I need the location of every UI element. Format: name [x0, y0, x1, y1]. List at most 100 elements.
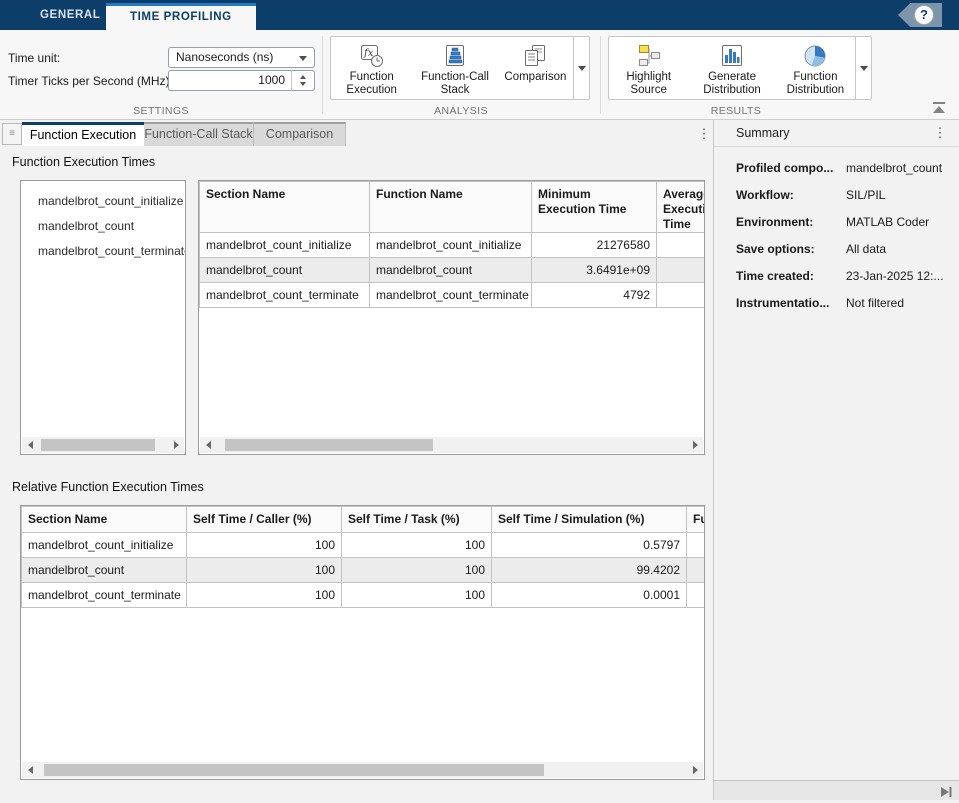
scrollbar-thumb[interactable]	[225, 439, 432, 451]
function-call-stack-button-label: Function-Call Stack	[412, 71, 497, 97]
scroll-left-button[interactable]	[22, 762, 38, 778]
scrollbar-thumb[interactable]	[44, 764, 544, 776]
help-button[interactable]: ?	[898, 3, 942, 27]
ribbon-separator	[322, 36, 323, 114]
analysis-gallery-dropdown[interactable]	[573, 37, 589, 99]
time-unit-value: Nanoseconds (ns)	[176, 50, 273, 64]
table-row[interactable]: mandelbrot_count mandelbrot_count 3.6491…	[200, 258, 706, 283]
scroll-left-icon	[206, 441, 211, 449]
scrollbar-track[interactable]	[38, 437, 168, 453]
column-header-self-time-simulation[interactable]: Self Time / Simulation (%)	[492, 507, 687, 533]
generate-distribution-icon	[718, 41, 746, 71]
chevron-down-icon	[860, 66, 868, 71]
toolstrip-tab-bar: GENERAL TIME PROFILING ?	[0, 0, 959, 30]
summary-field-profiled-component: Profiled compo... mandelbrot_count	[736, 161, 948, 188]
collapse-panel-button[interactable]	[940, 785, 952, 797]
list-item[interactable]: mandelbrot_count	[21, 214, 185, 239]
timer-ticks-stepper[interactable]	[291, 70, 315, 91]
execution-times-table-box: Section Name Function Name Minimum Execu…	[198, 180, 705, 455]
scroll-left-icon	[28, 766, 33, 774]
svg-text:fx: fx	[363, 48, 374, 59]
time-unit-dropdown[interactable]: Nanoseconds (ns)	[168, 47, 315, 68]
column-header-section-name[interactable]: Section Name	[22, 507, 187, 533]
scroll-left-button[interactable]	[200, 437, 216, 453]
function-distribution-button-label: Function Distribution	[776, 71, 855, 97]
table-row[interactable]: mandelbrot_count_terminate 100 100 0.000…	[22, 583, 706, 608]
table-row[interactable]: mandelbrot_count_initialize 100 100 0.57…	[22, 533, 706, 558]
chevron-down-icon	[578, 66, 586, 71]
function-list-hscrollbar[interactable]	[22, 437, 184, 453]
scrollbar-thumb[interactable]	[41, 439, 155, 451]
comparison-button[interactable]: Comparison	[498, 37, 573, 99]
time-unit-label: Time unit:	[8, 51, 60, 65]
doc-tab-comparison[interactable]: Comparison	[254, 122, 346, 146]
ribbon-separator	[600, 36, 601, 114]
execution-times-hscrollbar[interactable]	[200, 437, 703, 453]
ellipsis-icon: ⋮	[934, 125, 947, 140]
collapse-ribbon-button[interactable]	[932, 102, 946, 114]
doc-tab-function-call-stack[interactable]: Function-Call Stack	[144, 122, 254, 146]
highlight-source-button-label: Highlight Source	[609, 71, 688, 97]
generate-distribution-button-label: Generate Distribution	[688, 71, 775, 97]
relative-times-hscrollbar[interactable]	[22, 762, 703, 778]
highlight-source-icon	[635, 41, 663, 71]
column-header-min-execution-time[interactable]: Minimum Execution Time	[532, 182, 657, 233]
scroll-right-button[interactable]	[168, 437, 184, 453]
help-icon: ?	[914, 5, 934, 25]
table-row[interactable]: mandelbrot_count 100 100 99.4202	[22, 558, 706, 583]
spin-down-icon[interactable]	[300, 82, 306, 86]
scroll-left-button[interactable]	[22, 437, 38, 453]
document-bar-menu-button[interactable]: ≡	[2, 123, 22, 145]
list-item[interactable]: mandelbrot_count_terminate	[21, 239, 185, 264]
function-list-box: mandelbrot_count_initialize mandelbrot_c…	[20, 180, 186, 455]
column-header-self-time-caller[interactable]: Self Time / Caller (%)	[187, 507, 342, 533]
execution-times-table: Section Name Function Name Minimum Execu…	[199, 181, 705, 308]
summary-actions-button[interactable]: ⋮	[933, 125, 947, 141]
relative-times-table: Section Name Self Time / Caller (%) Self…	[21, 506, 705, 608]
timer-ticks-label: Timer Ticks per Second (MHz):	[8, 74, 173, 88]
scroll-right-button[interactable]	[687, 437, 703, 453]
function-call-stack-button[interactable]: Function-Call Stack	[412, 37, 497, 99]
table-row[interactable]: mandelbrot_count_initialize mandelbrot_c…	[200, 233, 706, 258]
scroll-left-icon	[28, 441, 33, 449]
scroll-right-icon	[693, 766, 698, 774]
analysis-button-group: fx Function Execution Function-Call Stac…	[330, 36, 590, 100]
tab-time-profiling[interactable]: TIME PROFILING	[106, 3, 256, 30]
timer-ticks-input[interactable]: 1000	[168, 70, 292, 91]
results-gallery-dropdown[interactable]	[855, 37, 871, 99]
results-section-label: RESULTS	[600, 105, 872, 117]
comparison-button-label: Comparison	[504, 71, 566, 84]
column-header-function-name[interactable]: Function Name	[687, 507, 706, 533]
results-button-group: Highlight Source Generate Distribution	[608, 36, 872, 100]
function-execution-times-heading: Function Execution Times	[12, 155, 155, 169]
table-row[interactable]: mandelbrot_count_terminate mandelbrot_co…	[200, 283, 706, 308]
collapse-ribbon-icon	[933, 102, 945, 104]
scrollbar-track[interactable]	[216, 437, 687, 453]
summary-field-save-options: Save options: All data	[736, 242, 948, 269]
spin-up-icon[interactable]	[300, 75, 306, 79]
function-distribution-icon	[801, 41, 829, 71]
highlight-source-button[interactable]: Highlight Source	[609, 37, 688, 99]
summary-field-environment: Environment: MATLAB Coder	[736, 215, 948, 242]
column-header-self-time-task[interactable]: Self Time / Task (%)	[342, 507, 492, 533]
column-header-function-name[interactable]: Function Name	[370, 182, 532, 233]
ellipsis-icon: ⋮	[698, 126, 711, 141]
collapse-right-icon	[940, 786, 952, 798]
scrollbar-track[interactable]	[38, 762, 687, 778]
function-execution-button[interactable]: fx Function Execution	[331, 37, 412, 99]
summary-field-workflow: Workflow: SIL/PIL	[736, 188, 948, 215]
column-header-section-name[interactable]: Section Name	[200, 182, 370, 233]
scroll-right-icon	[693, 441, 698, 449]
summary-field-instrumentation: Instrumentatio... Not filtered	[736, 296, 948, 323]
column-header-avg-execution-time[interactable]: Average Execution Time	[657, 182, 706, 233]
menu-icon: ≡	[9, 128, 15, 139]
function-distribution-button[interactable]: Function Distribution	[776, 37, 855, 99]
generate-distribution-button[interactable]: Generate Distribution	[688, 37, 775, 99]
scroll-right-button[interactable]	[687, 762, 703, 778]
document-actions-button[interactable]: ⋮	[697, 126, 711, 142]
list-item[interactable]: mandelbrot_count_initialize	[21, 189, 185, 214]
doc-tab-function-execution[interactable]: Function Execution	[22, 122, 144, 146]
function-execution-button-label: Function Execution	[331, 71, 412, 97]
function-execution-icon: fx	[358, 41, 386, 71]
summary-panel-header: Summary ⋮	[714, 120, 959, 147]
